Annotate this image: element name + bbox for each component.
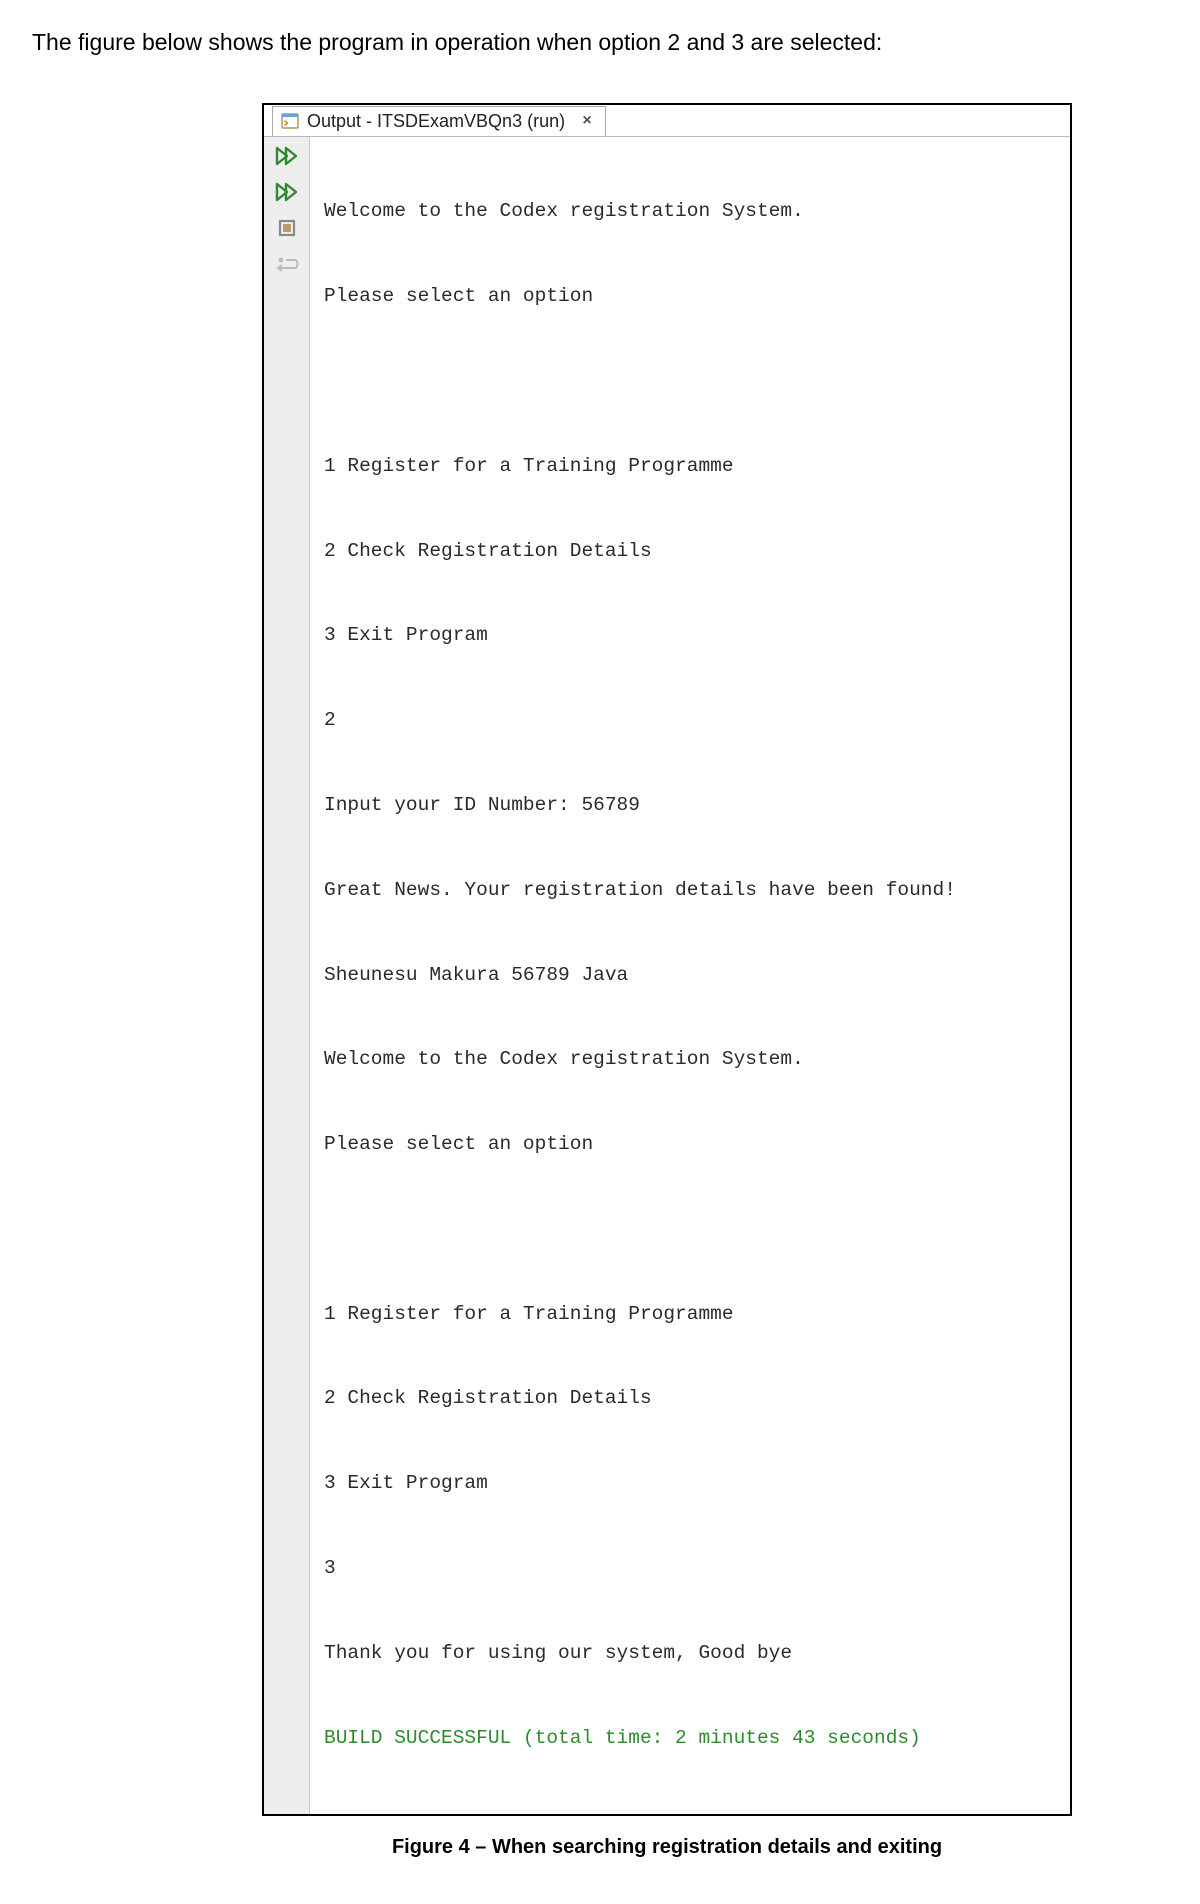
console-line: 1 Register for a Training Programme xyxy=(324,452,1060,480)
rerun-all-icon[interactable] xyxy=(272,179,302,205)
console-line: 2 Check Registration Details xyxy=(324,537,1060,565)
figure-caption: Figure 4 – When searching registration d… xyxy=(262,1836,1072,1859)
console-line: Sheunesu Makura 56789 Java xyxy=(324,961,1060,989)
console-line: Great News. Your registration details ha… xyxy=(324,876,1060,904)
ide-output-window: Output - ITSDExamVBQn3 (run) × xyxy=(262,103,1072,1817)
console-line: Welcome to the Codex registration System… xyxy=(324,197,1060,225)
terminal-icon xyxy=(281,112,299,130)
console-line: 3 Exit Program xyxy=(324,621,1060,649)
output-tab[interactable]: Output - ITSDExamVBQn3 (run) × xyxy=(272,106,606,136)
console-line: Thank you for using our system, Good bye xyxy=(324,1639,1060,1667)
console-line: 3 Exit Program xyxy=(324,1469,1060,1497)
intro-paragraph: The figure below shows the program in op… xyxy=(32,24,1168,61)
console-line: Please select an option xyxy=(324,282,1060,310)
console-line: 1 Register for a Training Programme xyxy=(324,1300,1060,1328)
console-line: Please select an option xyxy=(324,1130,1060,1158)
console-line: 2 xyxy=(324,706,1060,734)
stop-icon[interactable] xyxy=(272,215,302,241)
close-icon[interactable]: × xyxy=(579,113,595,129)
console-line: 2 Check Registration Details xyxy=(324,1384,1060,1412)
console-line: Welcome to the Codex registration System… xyxy=(324,1045,1060,1073)
ide-body: Welcome to the Codex registration System… xyxy=(264,136,1070,1815)
build-status-line: BUILD SUCCESSFUL (total time: 2 minutes … xyxy=(324,1724,1060,1752)
console-output: Welcome to the Codex registration System… xyxy=(310,137,1070,1815)
output-toolbar xyxy=(264,137,310,1815)
tab-title: Output - ITSDExamVBQn3 (run) xyxy=(307,111,565,132)
tab-bar: Output - ITSDExamVBQn3 (run) × xyxy=(264,105,1070,136)
console-line xyxy=(324,367,1060,395)
rerun-icon[interactable] xyxy=(272,143,302,169)
figure-container: Output - ITSDExamVBQn3 (run) × xyxy=(262,103,1072,1860)
console-line: Input your ID Number: 56789 xyxy=(324,791,1060,819)
wrap-text-icon[interactable] xyxy=(272,251,302,277)
console-line xyxy=(324,1215,1060,1243)
console-line: 3 xyxy=(324,1554,1060,1582)
